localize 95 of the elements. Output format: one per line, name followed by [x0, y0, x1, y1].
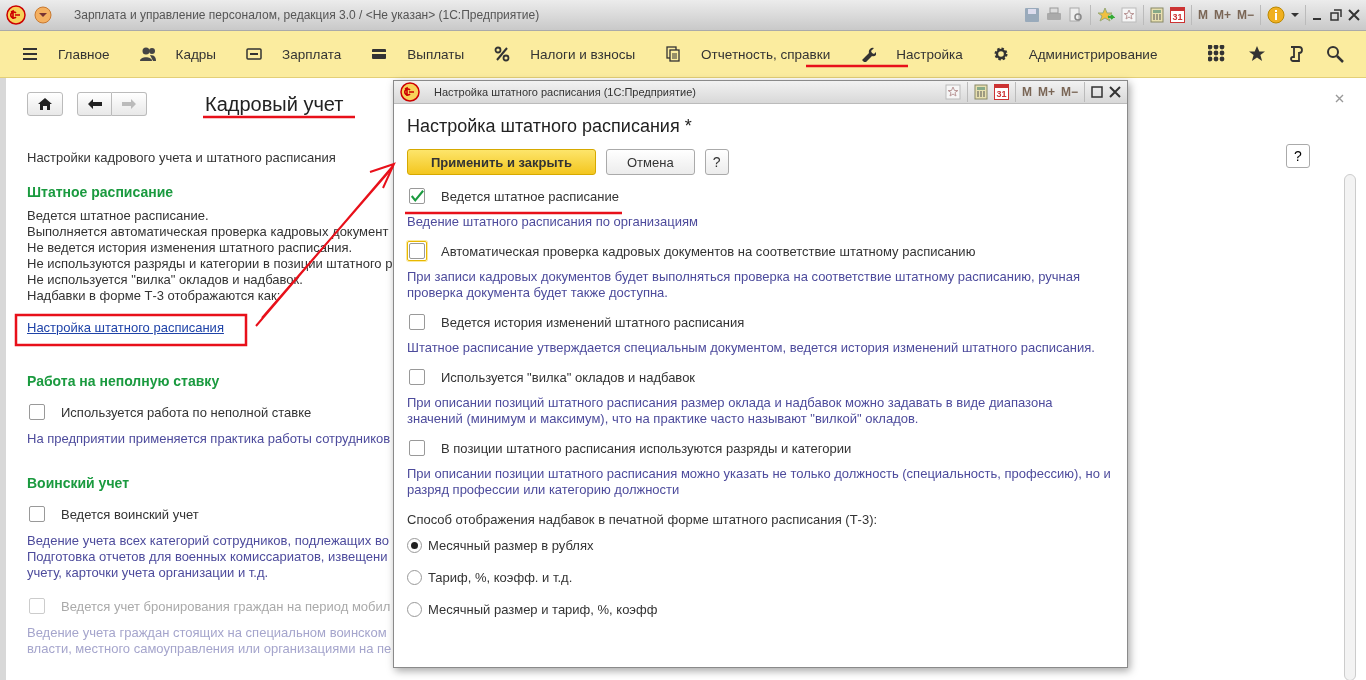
caret-icon[interactable]: [1291, 12, 1299, 18]
menu-icon: [22, 46, 38, 62]
wrench-icon: [860, 46, 877, 62]
section-heading: Работа на неполную ставку: [27, 373, 221, 389]
hint-text: При описании позиций штатного расписания размер оклада и надбавок можно задавать в виде диапазона значений (минимум и максимум), что на практике часто называют "вилкой" окладов.: [407, 395, 1054, 427]
hint-text: Ведение учета граждан стоящих на специальном воинском власти, местного самоуправления или организациями на пе: [27, 625, 393, 657]
checkbox[interactable]: [409, 369, 425, 385]
checkbox[interactable]: [29, 404, 45, 420]
radio-button[interactable]: [407, 569, 422, 585]
save-icon: [1023, 7, 1040, 23]
memory-button[interactable]: M+: [1037, 85, 1055, 99]
apply-button[interactable]: Применить и закрыть: [407, 149, 596, 175]
section-heading: Воинский учет: [27, 475, 130, 491]
calendar-icon[interactable]: 31: [1169, 7, 1185, 23]
app-logo: [400, 82, 420, 102]
back-arrow-icon: [87, 99, 102, 109]
dropdown-icon[interactable]: [34, 6, 52, 24]
scrollbar[interactable]: [1344, 173, 1356, 680]
settings-link[interactable]: Настройка штатного расписания: [27, 320, 224, 335]
help-button[interactable]: ?: [704, 149, 729, 175]
hint-text: Ведение штатного расписания по организациям: [407, 214, 699, 230]
gear-icon: [992, 46, 1009, 62]
star-icon: [1120, 7, 1137, 23]
section-tab[interactable]: Кадры: [139, 46, 217, 62]
print-icon: [1045, 7, 1062, 23]
preview-icon: [1067, 7, 1084, 23]
back-button[interactable]: [77, 92, 112, 116]
app-logo: [6, 5, 26, 25]
close-icon[interactable]: [1348, 9, 1360, 21]
status-text: Надбавки в форме Т-3 отображаются как:: [27, 288, 282, 304]
radio-button[interactable]: [407, 537, 422, 553]
checkbox[interactable]: [409, 188, 425, 204]
grid-icon[interactable]: [1208, 45, 1226, 63]
section-tab[interactable]: Отчетность, справки: [665, 46, 831, 62]
cancel-button[interactable]: Отмена: [605, 149, 695, 175]
home-button[interactable]: [27, 92, 63, 116]
maximize-icon[interactable]: [1091, 86, 1103, 98]
percent-icon: [494, 46, 511, 62]
checkbox[interactable]: [29, 506, 45, 522]
caption-text: Способ отображения надбавок в печатной форме штатного расписания (Т-3):: [407, 512, 879, 528]
hint-text: При описании позиции штатного расписания можно указать не только должность (специальность, профессию), но и разряд профессии или категорию должности: [407, 466, 1112, 498]
status-text: Ведется штатное расписание.: [27, 208, 210, 224]
star-add-icon: [1096, 7, 1115, 23]
checkbox-label: В позиции штатного расписания используются разряды и категории: [441, 440, 852, 456]
section-tab[interactable]: Зарплата: [246, 46, 342, 62]
section-tab[interactable]: Главное: [22, 46, 110, 62]
memory-button[interactable]: M: [1021, 85, 1032, 99]
star-icon[interactable]: [1248, 45, 1266, 63]
radio-label: Месячный размер и тариф, %, коэфф: [428, 601, 658, 617]
memory-button[interactable]: M−: [1061, 85, 1078, 99]
hint-text: Ведение учета всех категорий сотрудников, подлежащих во Подготовка отчетов для военных комиссариатов, извещени учету, карточки учета организации и т.д.: [27, 533, 390, 581]
checkbox-label: Ведется воинский учет: [61, 506, 199, 522]
dialog-title: Настройка штатного расписания (1С:Предприятие): [434, 86, 697, 98]
checkbox-label: Используется "вилка" окладов и надбавок: [441, 369, 696, 385]
section-tab[interactable]: Настройка: [860, 46, 963, 62]
checkbox-label: Используется работа по неполной ставке: [61, 404, 312, 420]
star-icon: [944, 84, 961, 100]
hint-text: Штатное расписание утверждается специальным документом, ведется история изменений штатного расписания.: [407, 340, 1096, 356]
checkbox-label: Автоматическая проверка кадровых документов на соответствие штатному расписанию: [441, 243, 976, 259]
forward-arrow-icon: [122, 99, 136, 109]
search-icon[interactable]: [1326, 45, 1344, 63]
section-tab[interactable]: Налоги и взносы: [494, 46, 636, 62]
radio-label: Тариф, %, коэфф. и т.д.: [428, 569, 573, 585]
close-icon[interactable]: [1109, 86, 1121, 98]
people-icon: [139, 46, 156, 62]
card-icon: [246, 46, 263, 62]
section-tab[interactable]: Администрирование: [992, 46, 1158, 62]
checkmark-icon: [410, 189, 424, 203]
checkbox-label: Ведется штатное расписание: [441, 188, 619, 204]
checkbox[interactable]: [409, 314, 425, 330]
memory-button[interactable]: M: [1197, 8, 1208, 22]
calculator-icon: [973, 84, 988, 100]
hint-text: На предприятии применяется практика работы сотрудников: [27, 431, 392, 447]
section-heading: Штатное расписание: [27, 184, 175, 200]
calendar-icon[interactable]: 31: [993, 84, 1009, 100]
checkbox[interactable]: [409, 440, 425, 456]
memory-button[interactable]: M+: [1213, 8, 1231, 22]
help-button[interactable]: ?: [1286, 144, 1310, 168]
hint-text: При записи кадровых документов будет выполняться проверка на соответствие штатному расписанию, ручная проверка документа будет также доступна.: [407, 269, 1082, 301]
window-title: Зарплата и управление персоналом, редакция 3.0 / <Не указан> (1С:Предприятие): [74, 8, 541, 22]
memory-button[interactable]: M−: [1237, 8, 1254, 22]
page-title: Кадровый учет: [205, 92, 344, 116]
calculator-icon: [1149, 7, 1164, 23]
checkbox-label: Ведется учет бронирования граждан на период мобил: [61, 598, 391, 614]
radio-label: Месячный размер в рублях: [428, 537, 594, 553]
radio-button[interactable]: [407, 601, 422, 617]
info-icon[interactable]: [1267, 6, 1285, 24]
section-tab[interactable]: Выплаты: [371, 46, 465, 62]
restore-icon[interactable]: [1330, 9, 1342, 21]
home-icon: [38, 98, 52, 110]
wallet-icon: [371, 46, 388, 62]
documents-icon: [665, 46, 682, 62]
caption-text: Настройки кадрового учета и штатного расписания: [27, 150, 337, 166]
dialog-heading: Настройка штатного расписания *: [407, 116, 693, 137]
checkbox-label: Ведется история изменений штатного расписания: [441, 314, 745, 330]
